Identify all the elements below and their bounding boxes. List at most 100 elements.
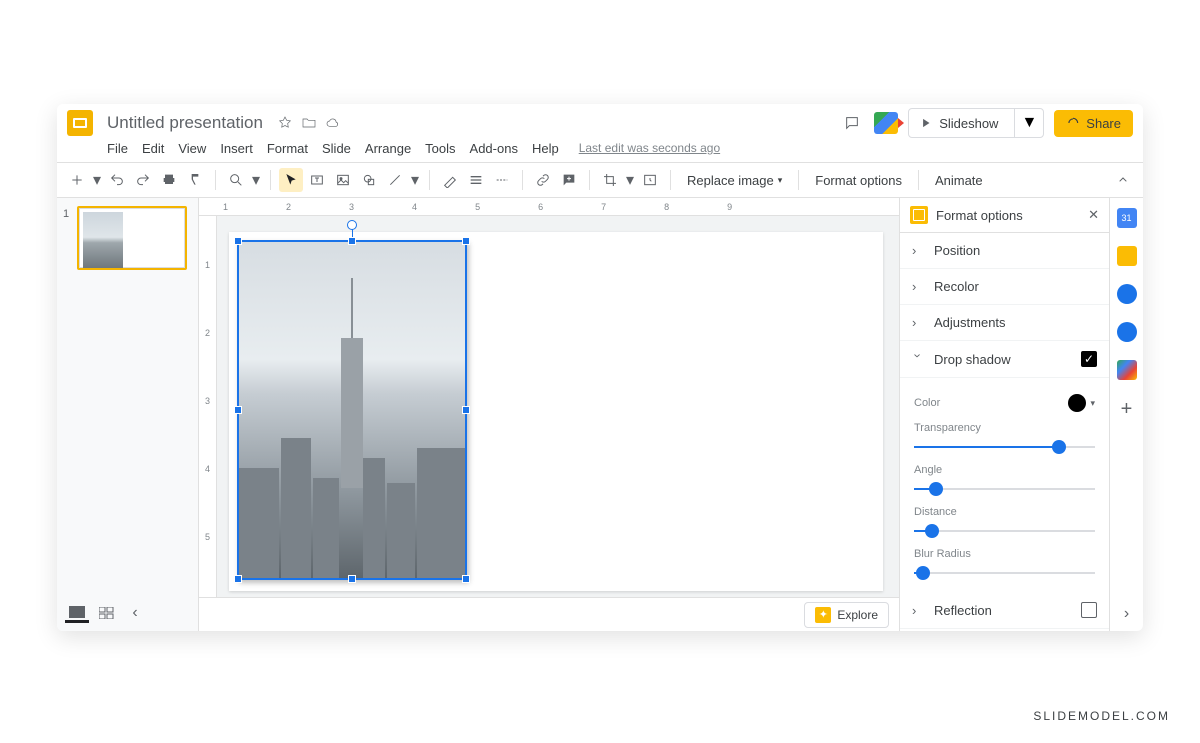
drop-shadow-controls: Color ▾ Transparency Angle Distance: [900, 378, 1109, 592]
new-slide-dropdown[interactable]: ▾: [91, 168, 103, 192]
resize-handle[interactable]: [462, 237, 470, 245]
menu-help[interactable]: Help: [532, 141, 559, 156]
resize-handle[interactable]: [348, 575, 356, 583]
format-options-panel: Format options ✕ › Position › Recolor › …: [899, 198, 1109, 631]
distance-slider[interactable]: [914, 524, 1095, 538]
section-position[interactable]: › Position: [900, 233, 1109, 269]
image-tool[interactable]: [331, 168, 355, 192]
resize-handle[interactable]: [234, 575, 242, 583]
border-color-button[interactable]: [438, 168, 462, 192]
drop-shadow-checkbox[interactable]: ✓: [1081, 351, 1097, 367]
resize-handle[interactable]: [234, 406, 242, 414]
view-switcher: ‹: [65, 603, 145, 623]
hide-side-panel-icon[interactable]: ›: [1124, 605, 1129, 623]
zoom-button[interactable]: [224, 168, 248, 192]
crop-dropdown[interactable]: ▾: [624, 168, 636, 192]
comment-button[interactable]: [557, 168, 581, 192]
explore-label: Explore: [837, 608, 878, 622]
add-addon-icon[interactable]: +: [1121, 398, 1133, 421]
replace-image-button[interactable]: Replace image▾: [679, 173, 790, 188]
bottom-bar: Explore: [199, 597, 899, 631]
angle-label: Angle: [914, 464, 1095, 476]
slideshow-dropdown[interactable]: ▼: [1014, 109, 1043, 137]
selected-image[interactable]: [237, 240, 467, 580]
blur-slider[interactable]: [914, 566, 1095, 580]
shape-tool[interactable]: [357, 168, 381, 192]
share-label: Share: [1086, 116, 1121, 131]
resize-handle[interactable]: [348, 237, 356, 245]
share-button[interactable]: Share: [1054, 110, 1133, 137]
line-tool[interactable]: [383, 168, 407, 192]
menu-addons[interactable]: Add-ons: [470, 141, 518, 156]
zoom-dropdown[interactable]: ▾: [250, 168, 262, 192]
new-slide-button[interactable]: [65, 168, 89, 192]
slideshow-label: Slideshow: [939, 116, 998, 131]
resize-handle[interactable]: [462, 406, 470, 414]
editor-area: 123456789 12345: [199, 198, 899, 631]
reset-image-button[interactable]: [638, 168, 662, 192]
section-recolor[interactable]: › Recolor: [900, 269, 1109, 305]
title-bar: Untitled presentation Slideshow ▼ Share: [57, 104, 1143, 138]
calendar-icon[interactable]: [1117, 208, 1137, 228]
transparency-slider[interactable]: [914, 440, 1095, 454]
menu-arrange[interactable]: Arrange: [365, 141, 411, 156]
textbox-tool[interactable]: [305, 168, 329, 192]
crop-button[interactable]: [598, 168, 622, 192]
slides-logo-icon[interactable]: [67, 110, 93, 136]
slide-number: 1: [63, 208, 69, 220]
format-options-icon: [910, 206, 928, 224]
filmstrip-view-icon[interactable]: [65, 603, 89, 623]
section-drop-shadow[interactable]: › Drop shadow ✓: [900, 341, 1109, 378]
section-adjustments[interactable]: › Adjustments: [900, 305, 1109, 341]
menu-tools[interactable]: Tools: [425, 141, 455, 156]
comments-icon[interactable]: [840, 111, 864, 135]
menu-insert[interactable]: Insert: [220, 141, 253, 156]
border-weight-button[interactable]: [464, 168, 488, 192]
cloud-status-icon[interactable]: [325, 115, 341, 131]
contacts-icon[interactable]: [1117, 322, 1137, 342]
last-edit-status[interactable]: Last edit was seconds ago: [579, 141, 720, 155]
keep-icon[interactable]: [1117, 246, 1137, 266]
star-icon[interactable]: [277, 115, 293, 131]
link-button[interactable]: [531, 168, 555, 192]
close-panel-icon[interactable]: ✕: [1088, 207, 1099, 223]
slide-thumbnail[interactable]: 1: [63, 206, 192, 270]
slide-canvas[interactable]: [229, 232, 883, 591]
transparency-label: Transparency: [914, 422, 1095, 434]
chevron-right-icon: ›: [912, 603, 924, 618]
line-dropdown[interactable]: ▾: [409, 168, 421, 192]
redo-button[interactable]: [131, 168, 155, 192]
meet-icon[interactable]: [874, 111, 898, 135]
resize-handle[interactable]: [462, 575, 470, 583]
section-reflection[interactable]: › Reflection: [900, 592, 1109, 629]
animate-button[interactable]: Animate: [927, 173, 991, 188]
menu-bar: File Edit View Insert Format Slide Arran…: [57, 138, 1143, 162]
watermark-text: SLIDEMODEL.COM: [1033, 709, 1170, 723]
slideshow-button[interactable]: Slideshow: [909, 111, 1008, 136]
menu-slide[interactable]: Slide: [322, 141, 351, 156]
grid-view-icon[interactable]: [95, 603, 119, 623]
border-dash-button[interactable]: [490, 168, 514, 192]
reflection-checkbox[interactable]: [1081, 602, 1097, 618]
blur-label: Blur Radius: [914, 548, 1095, 560]
move-folder-icon[interactable]: [301, 115, 317, 131]
angle-slider[interactable]: [914, 482, 1095, 496]
document-title[interactable]: Untitled presentation: [107, 113, 263, 133]
maps-icon[interactable]: [1117, 360, 1137, 380]
paint-format-button[interactable]: [183, 168, 207, 192]
collapse-toolbar-icon[interactable]: [1111, 168, 1135, 192]
format-options-button[interactable]: Format options: [807, 173, 910, 188]
shadow-color-picker[interactable]: ▾: [1068, 394, 1095, 412]
menu-file[interactable]: File: [107, 141, 128, 156]
explore-button[interactable]: Explore: [804, 602, 889, 628]
print-button[interactable]: [157, 168, 181, 192]
resize-handle[interactable]: [234, 237, 242, 245]
tasks-icon[interactable]: [1117, 284, 1137, 304]
slide-panel: 1 ‹: [57, 198, 199, 631]
undo-button[interactable]: [105, 168, 129, 192]
menu-view[interactable]: View: [178, 141, 206, 156]
menu-edit[interactable]: Edit: [142, 141, 164, 156]
select-tool[interactable]: [279, 168, 303, 192]
menu-format[interactable]: Format: [267, 141, 308, 156]
collapse-panel-icon[interactable]: ‹: [125, 603, 145, 623]
